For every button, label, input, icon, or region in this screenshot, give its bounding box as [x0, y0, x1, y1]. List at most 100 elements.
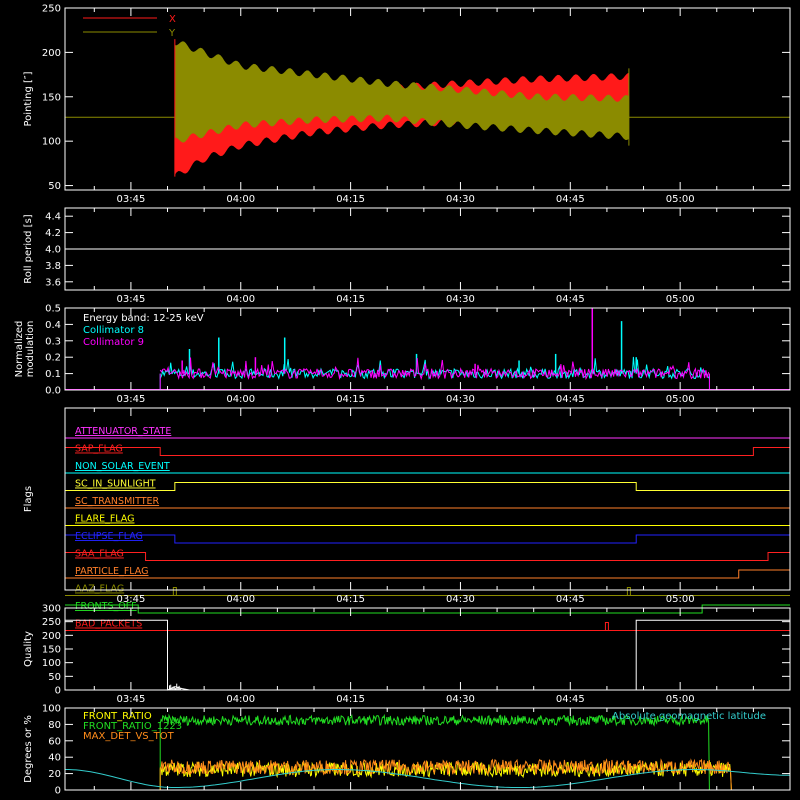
legend-label-collimator: Collimator 9: [83, 337, 144, 348]
x-tick-label: 04:15: [336, 194, 365, 205]
x-tick-label: 04:30: [446, 294, 475, 305]
y-tick-label: 0.2: [45, 353, 61, 364]
legend-label-ratio: MAX_DET_VS_TOT: [83, 731, 175, 742]
legend-label-collimator: Collimator 8: [83, 325, 144, 336]
y-tick-label: 0.5: [45, 304, 61, 315]
legend-label-x: X: [169, 14, 176, 25]
flag-aaz-flag-pulse: [172, 587, 177, 596]
y-axis-title: Roll period [s]: [23, 214, 34, 283]
y-tick-label: 4.4: [45, 212, 61, 223]
x-tick-label: 04:15: [336, 394, 365, 405]
y-axis-title: Flags: [23, 486, 34, 512]
y-tick-label: 4.2: [45, 228, 61, 239]
flag-sap-flag-trace: [65, 447, 790, 456]
y-tick-label: 0.0: [45, 386, 61, 397]
ratios-panel: FRONT_RATIOFRONT_RATIO_1223MAX_DET_VS_TO…: [23, 704, 791, 797]
flag-sap-flag-label: SAP_FLAG: [75, 444, 123, 455]
y-tick-label: 4.0: [45, 245, 61, 256]
flag-sc-in-sunlight-label: SC_IN_SUNLIGHT: [75, 479, 156, 490]
x-tick-label: 04:15: [336, 294, 365, 305]
x-tick-label: 04:45: [556, 394, 585, 405]
flag-particle-flag-trace: [65, 569, 790, 579]
flags-panel: ATTENUATOR_STATE SAP_FLAG NON_SOLAR_EVENT S…: [23, 407, 791, 631]
y-tick-label: 80: [48, 720, 61, 731]
y-tick-label: 60: [48, 736, 61, 747]
flag-sc-transmitter-label: SC_TRANSMITTER: [75, 496, 160, 507]
x-tick-label: 05:00: [666, 294, 695, 305]
flag-aaz-flag-pulse: [626, 587, 631, 596]
x-tick-label: 04:00: [226, 594, 255, 605]
y-tick-label: 100: [42, 658, 61, 669]
y-tick-label: 150: [42, 645, 61, 656]
y-tick-label: 0.1: [45, 369, 61, 380]
y-axis-title: Pointing [″]: [23, 71, 34, 126]
x-tick-label: 04:45: [556, 294, 585, 305]
y-tick-label: 50: [48, 181, 61, 192]
legend-label-geomagnetic: Absolute geomagnetic latitude: [612, 711, 766, 722]
ratio-series-2: [159, 713, 710, 791]
x-tick-label: 04:45: [556, 694, 585, 705]
y-tick-label: 0.4: [45, 320, 61, 331]
x-tick-label: 04:30: [446, 194, 475, 205]
x-tick-label: 03:45: [116, 294, 145, 305]
y-tick-label: 300: [42, 604, 61, 615]
flag-saa-flag-label: SAA_FLAG: [75, 549, 124, 560]
y-tick-label: 3.8: [45, 261, 61, 272]
x-tick-label: 04:45: [556, 594, 585, 605]
y-tick-label: 20: [48, 769, 61, 780]
y-tick-label: 40: [48, 753, 61, 764]
modulation-panel: Energy band: 12-25 keVCollimator 8Collim…: [14, 304, 791, 405]
roll-panel: 3.6 3.8 4.0 4.2 4.4 Roll period [s] 03:45 04:00…: [23, 207, 791, 305]
x-tick-label: 05:00: [666, 594, 695, 605]
y-tick-label: 100: [42, 704, 61, 715]
flag-aaz-flag-label: AAZ_FLAG: [75, 584, 124, 595]
flag-attenuator-state-label: ATTENUATOR_STATE: [75, 426, 171, 437]
y-tick-label: 200: [42, 48, 61, 59]
flag-non-solar-event-label: NON_SOLAR_EVENT: [75, 461, 170, 472]
y-tick-label: 200: [42, 631, 61, 642]
x-tick-label: 03:45: [116, 694, 145, 705]
flag-bad-packets-pulse: [604, 622, 609, 631]
x-tick-label: 05:00: [666, 194, 695, 205]
x-tick-label: 04:00: [226, 694, 255, 705]
x-tick-label: 04:30: [446, 394, 475, 405]
x-tick-label: 04:15: [336, 694, 365, 705]
y-axis-title: Degrees or %: [23, 715, 34, 783]
y-tick-label: 0.3: [45, 336, 61, 347]
y-tick-label: 250: [42, 617, 61, 628]
y-axis-title: Normalized: [14, 321, 25, 378]
flag-sc-in-sunlight-trace: [65, 482, 790, 491]
x-tick-label: 04:30: [446, 594, 475, 605]
x-tick-label: 04:45: [556, 194, 585, 205]
x-tick-label: 03:45: [116, 394, 145, 405]
y-tick-label: 0: [55, 686, 61, 697]
y-tick-label: 50: [48, 672, 61, 683]
ratio-series-3: [159, 758, 732, 791]
flag-eclipse-flag-trace: [65, 534, 790, 544]
x-tick-label: 04:15: [336, 594, 365, 605]
y-tick-label: 150: [42, 92, 61, 103]
y-axis-title: modulation: [25, 321, 36, 378]
x-tick-label: 05:00: [666, 694, 695, 705]
flag-fronts-off-trace: [65, 604, 790, 614]
x-tick-label: 03:45: [116, 594, 145, 605]
y-tick-label: 100: [42, 137, 61, 148]
legend-title: Energy band: 12-25 keV: [83, 313, 204, 324]
x-tick-label: 05:00: [666, 394, 695, 405]
x-tick-label: 04:00: [226, 394, 255, 405]
y-tick-label: 250: [42, 4, 61, 15]
pointing-panel: XY 50 100 150 200 250 Pointing [″] 03:45 04:00 04…: [23, 4, 791, 205]
y-axis-title: Quality: [23, 631, 34, 667]
legend-label-y: Y: [168, 28, 176, 39]
x-tick-label: 04:00: [226, 294, 255, 305]
flags-frame: [64, 407, 791, 591]
x-tick-label: 04:00: [226, 194, 255, 205]
flag-eclipse-flag-label: ECLIPSE_FLAG: [75, 531, 143, 542]
flag-saa-flag-trace: [65, 552, 790, 561]
x-tick-label: 04:30: [446, 694, 475, 705]
x-tick-label: 03:45: [116, 194, 145, 205]
y-tick-label: 3.6: [45, 277, 61, 288]
flag-particle-flag-label: PARTICLE_FLAG: [75, 566, 148, 577]
y-tick-label: 0: [55, 786, 61, 797]
chart-canvas: XY50100150200250Pointing [″]03:45 04:00 04…: [0, 0, 800, 800]
